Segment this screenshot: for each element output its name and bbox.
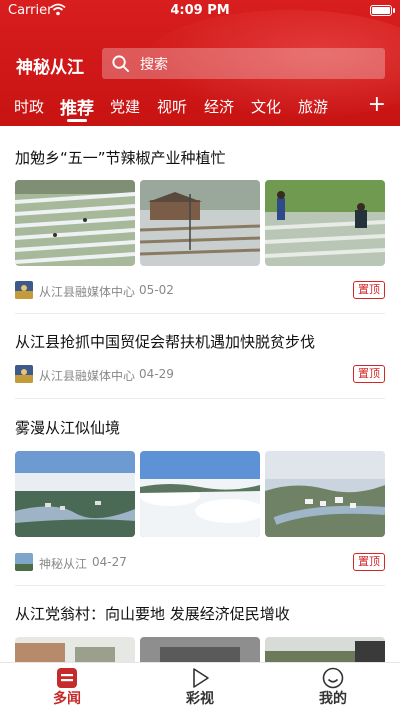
bottom-navigation: 多闻 彩视 我的	[0, 662, 400, 710]
pinned-badge: 置顶	[353, 553, 385, 571]
source-logo	[15, 281, 33, 299]
news-title: 从江县抢抓中国贸促会帮扶机遇加快脱贫步伐	[15, 333, 316, 351]
smiley-icon	[322, 667, 344, 689]
search-bar[interactable]: 搜索	[102, 48, 385, 79]
app-title: 神秘从江	[16, 58, 84, 78]
news-icon	[57, 668, 77, 688]
divider	[15, 398, 385, 399]
thumbnail-image	[15, 451, 135, 537]
category-tabs: 时政 推荐 党建 视听 经济 文化 旅游 +	[0, 92, 400, 124]
thumbnail-image	[140, 451, 260, 537]
news-date: 04-29	[139, 367, 174, 381]
thumbnail-image	[265, 451, 385, 537]
thumbnail-image	[15, 180, 135, 266]
news-thumbnails	[15, 637, 385, 662]
tab-politics[interactable]: 时政	[14, 96, 44, 117]
play-icon	[193, 668, 209, 688]
divider	[15, 313, 385, 314]
news-source: 从江县融媒体中心	[39, 285, 136, 299]
app-header: Carrier 4:09 PM 神秘从江 搜索 时政 推荐 党建 视听 经济 文…	[0, 0, 400, 126]
clock: 4:09 PM	[170, 3, 230, 18]
news-item[interactable]: 从江县抢抓中国贸促会帮扶机遇加快脱贫步伐 从江县融媒体中心 04-29 置顶	[15, 332, 385, 392]
status-bar: Carrier 4:09 PM	[0, 0, 400, 22]
nav-label: 彩视	[186, 691, 214, 707]
search-placeholder: 搜索	[140, 57, 168, 73]
nav-label: 多闻	[53, 691, 81, 707]
news-title: 加勉乡“五一”节辣椒产业种植忙	[15, 149, 226, 167]
pinned-badge: 置顶	[353, 365, 385, 383]
tab-audio-video[interactable]: 视听	[157, 96, 187, 117]
nav-video[interactable]: 彩视	[160, 663, 240, 710]
tab-culture[interactable]: 文化	[251, 96, 281, 117]
thumbnail-image	[15, 637, 135, 662]
nav-label: 我的	[319, 691, 347, 707]
thumbnail-image	[140, 180, 260, 266]
source-logo	[15, 365, 33, 383]
news-date: 04-27	[92, 555, 127, 569]
active-tab-indicator	[67, 119, 87, 122]
news-meta: 从江县融媒体中心 05-02 置顶	[15, 280, 385, 302]
tab-tourism[interactable]: 旅游	[298, 96, 328, 117]
divider	[15, 585, 385, 586]
news-source: 从江县融媒体中心	[39, 369, 136, 383]
tab-economy[interactable]: 经济	[204, 96, 234, 117]
nav-profile[interactable]: 我的	[293, 663, 373, 710]
news-thumbnails	[15, 451, 385, 537]
battery-icon	[370, 5, 395, 16]
news-title: 雾漫从江似仙境	[15, 419, 121, 437]
news-meta: 从江县融媒体中心 04-29 置顶	[15, 364, 385, 386]
search-icon	[112, 55, 130, 73]
news-source: 神秘从江	[39, 557, 88, 571]
add-tab-button[interactable]: +	[368, 92, 386, 117]
tab-party-building[interactable]: 党建	[110, 96, 140, 117]
news-title: 从江党翁村：向山要地 发展经济促民增收	[15, 605, 290, 623]
thumbnail-image	[265, 180, 385, 266]
news-feed: 加勉乡“五一”节辣椒产业种植忙 从江县融媒体中心 05-02 置顶 从江县抢抓中…	[0, 126, 400, 662]
source-logo	[15, 553, 33, 571]
thumbnail-image	[265, 637, 385, 662]
news-date: 05-02	[139, 283, 174, 297]
news-thumbnails	[15, 180, 385, 266]
nav-news[interactable]: 多闻	[27, 663, 107, 710]
news-meta: 神秘从江 04-27 置顶	[15, 552, 385, 574]
pinned-badge: 置顶	[353, 281, 385, 299]
news-item[interactable]: 加勉乡“五一”节辣椒产业种植忙 从江县融媒体中心 05-02 置顶	[15, 148, 385, 308]
news-item[interactable]: 从江党翁村：向山要地 发展经济促民增收	[15, 604, 385, 662]
thumbnail-image	[140, 637, 260, 662]
tab-recommended[interactable]: 推荐	[60, 94, 94, 119]
news-item[interactable]: 雾漫从江似仙境 神秘从江 04-27 置顶	[15, 418, 385, 578]
